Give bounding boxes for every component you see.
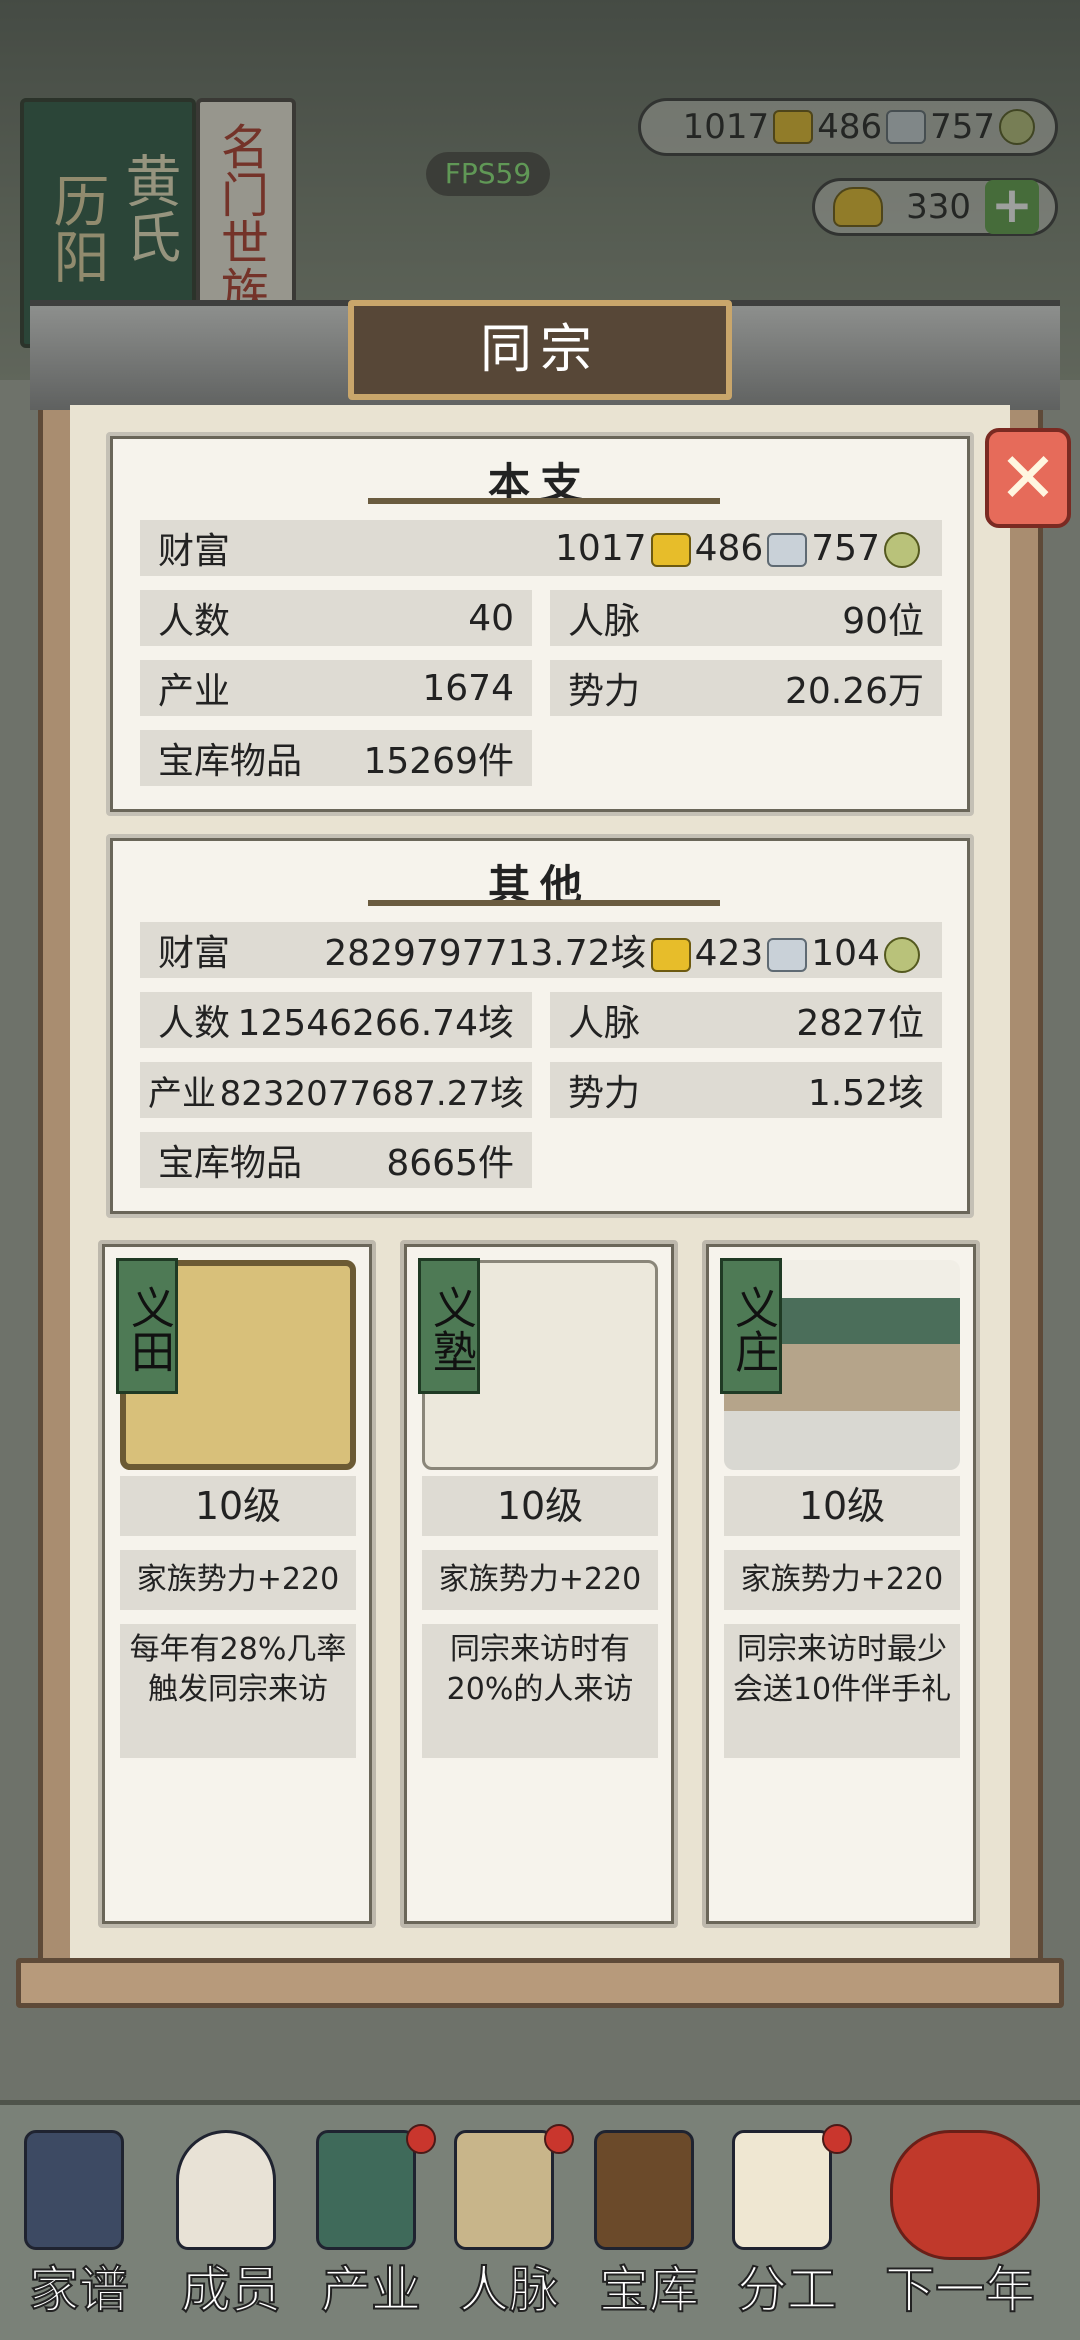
people-row: 人数 12546266.74垓: [140, 992, 532, 1048]
network-icon: [454, 2130, 554, 2250]
connections-label: 人脉: [568, 601, 641, 642]
card-level: 10级: [120, 1476, 356, 1536]
others-panel: 其他 财富 2829797713.72垓 423 104 人数 12546266.7…: [106, 834, 974, 1218]
people-value: 12546266.74垓: [237, 1003, 515, 1044]
wealth-row: 财富 2829797713.72垓 423 104: [140, 922, 942, 978]
card-description: 同宗来访时有20%的人来访: [422, 1624, 658, 1758]
wealth-copper: 757: [811, 527, 880, 569]
scroll-icon: [732, 2130, 832, 2250]
wealth-silver: 423: [694, 933, 764, 974]
wealth-gold: 1017: [554, 527, 647, 569]
wealth-silver: 486: [694, 527, 764, 569]
card-description: 每年有28%几率触发同宗来访: [120, 1624, 356, 1758]
modal-title: 同宗: [348, 300, 732, 400]
nav-label: 成员: [180, 2260, 282, 2320]
connections-value: 90位: [842, 601, 924, 642]
industry-value: 1674: [422, 667, 514, 709]
title-divider: [368, 498, 720, 504]
vault-row: 宝库物品 8665件: [140, 1132, 532, 1188]
people-row: 人数 40: [140, 590, 532, 646]
industry-row: 产业 1674: [140, 660, 532, 716]
nav-next-year[interactable]: 下一年: [850, 2120, 1070, 2320]
copper-coin-icon: [884, 937, 920, 973]
power-label: 势力: [568, 671, 641, 712]
card-bonus: 家族势力+220: [120, 1550, 356, 1610]
connections-row: 人脉 2827位: [550, 992, 942, 1048]
connections-value: 2827位: [796, 1003, 924, 1044]
notification-badge: [406, 2124, 436, 2154]
close-button[interactable]: ✕: [985, 428, 1071, 528]
card-bonus: 家族势力+220: [724, 1550, 960, 1610]
card-yizhuang[interactable]: 义庄 10级 家族势力+220 同宗来访时最少会送10件伴手礼: [702, 1240, 980, 1928]
gold-ingot-icon: [650, 532, 691, 567]
wealth-label: 财富: [158, 933, 231, 974]
genealogy-book-icon: [24, 2130, 124, 2250]
card-description: 同宗来访时最少会送10件伴手礼: [724, 1624, 960, 1758]
nav-division[interactable]: 分工: [712, 2120, 852, 2320]
people-label: 人数: [158, 601, 231, 642]
main-branch-panel: 本支 财富 1017 486 757 人数 40 人脉 90位 产业 1674 势力…: [106, 432, 974, 816]
card-level: 10级: [724, 1476, 960, 1536]
nav-connections[interactable]: 人脉: [434, 2120, 574, 2320]
vault-value: 8665件: [386, 1143, 514, 1184]
power-row: 势力 1.52垓: [550, 1062, 942, 1118]
industry-label: 产业: [158, 671, 231, 712]
notification-badge: [544, 2124, 574, 2154]
people-value: 40: [468, 597, 514, 639]
card-level: 10级: [422, 1476, 658, 1536]
nav-genealogy[interactable]: 家谱: [4, 2120, 144, 2320]
building-icon: [316, 2130, 416, 2250]
card-yishu[interactable]: 义塾 10级 家族势力+220 同宗来访时有20%的人来访: [400, 1240, 678, 1928]
vault-label: 宝库物品: [158, 741, 303, 782]
power-label: 势力: [568, 1073, 641, 1114]
silver-ingot-icon: [767, 532, 808, 567]
treasure-chest-icon: [594, 2130, 694, 2250]
nav-label: 下一年: [884, 2260, 1036, 2320]
connections-row: 人脉 90位: [550, 590, 942, 646]
member-icon: [176, 2130, 276, 2250]
gold-ingot-icon: [650, 938, 691, 972]
people-label: 人数: [158, 1003, 231, 1044]
silver-ingot-icon: [767, 938, 808, 972]
industry-label: 产业: [148, 1073, 216, 1114]
nav-label: 宝库: [598, 2260, 700, 2320]
card-tag: 义庄: [720, 1258, 782, 1394]
nav-label: 人脉: [458, 2260, 560, 2320]
connections-label: 人脉: [568, 1003, 641, 1044]
nav-members[interactable]: 成员: [156, 2120, 296, 2320]
nav-label: 产业: [320, 2260, 422, 2320]
vault-label: 宝库物品: [158, 1143, 303, 1184]
power-row: 势力 20.26万: [550, 660, 942, 716]
industry-row: 产业 8232077687.27垓: [140, 1062, 532, 1118]
card-tag: 义塾: [418, 1258, 480, 1394]
lantern-icon: [890, 2130, 1040, 2260]
notification-badge: [822, 2124, 852, 2154]
card-yitian[interactable]: 义田 10级 家族势力+220 每年有28%几率触发同宗来访: [98, 1240, 376, 1928]
vault-value: 15269件: [363, 741, 514, 782]
nav-label: 分工: [736, 2260, 838, 2320]
power-value: 20.26万: [784, 671, 924, 712]
copper-coin-icon: [884, 531, 920, 568]
card-tag: 义田: [116, 1258, 178, 1394]
wealth-label: 财富: [158, 531, 231, 572]
modal-base: [16, 1958, 1064, 2008]
card-bonus: 家族势力+220: [422, 1550, 658, 1610]
nav-vault[interactable]: 宝库: [574, 2120, 714, 2320]
industry-value: 8232077687.27垓: [219, 1073, 524, 1114]
nav-industry[interactable]: 产业: [296, 2120, 436, 2320]
wealth-row: 财富 1017 486 757: [140, 520, 942, 576]
power-value: 1.52垓: [807, 1073, 924, 1114]
wealth-gold: 2829797713.72垓: [324, 933, 647, 974]
title-divider: [368, 900, 720, 906]
vault-row: 宝库物品 15269件: [140, 730, 532, 786]
wealth-copper: 104: [811, 933, 880, 974]
nav-label: 家谱: [28, 2260, 130, 2320]
